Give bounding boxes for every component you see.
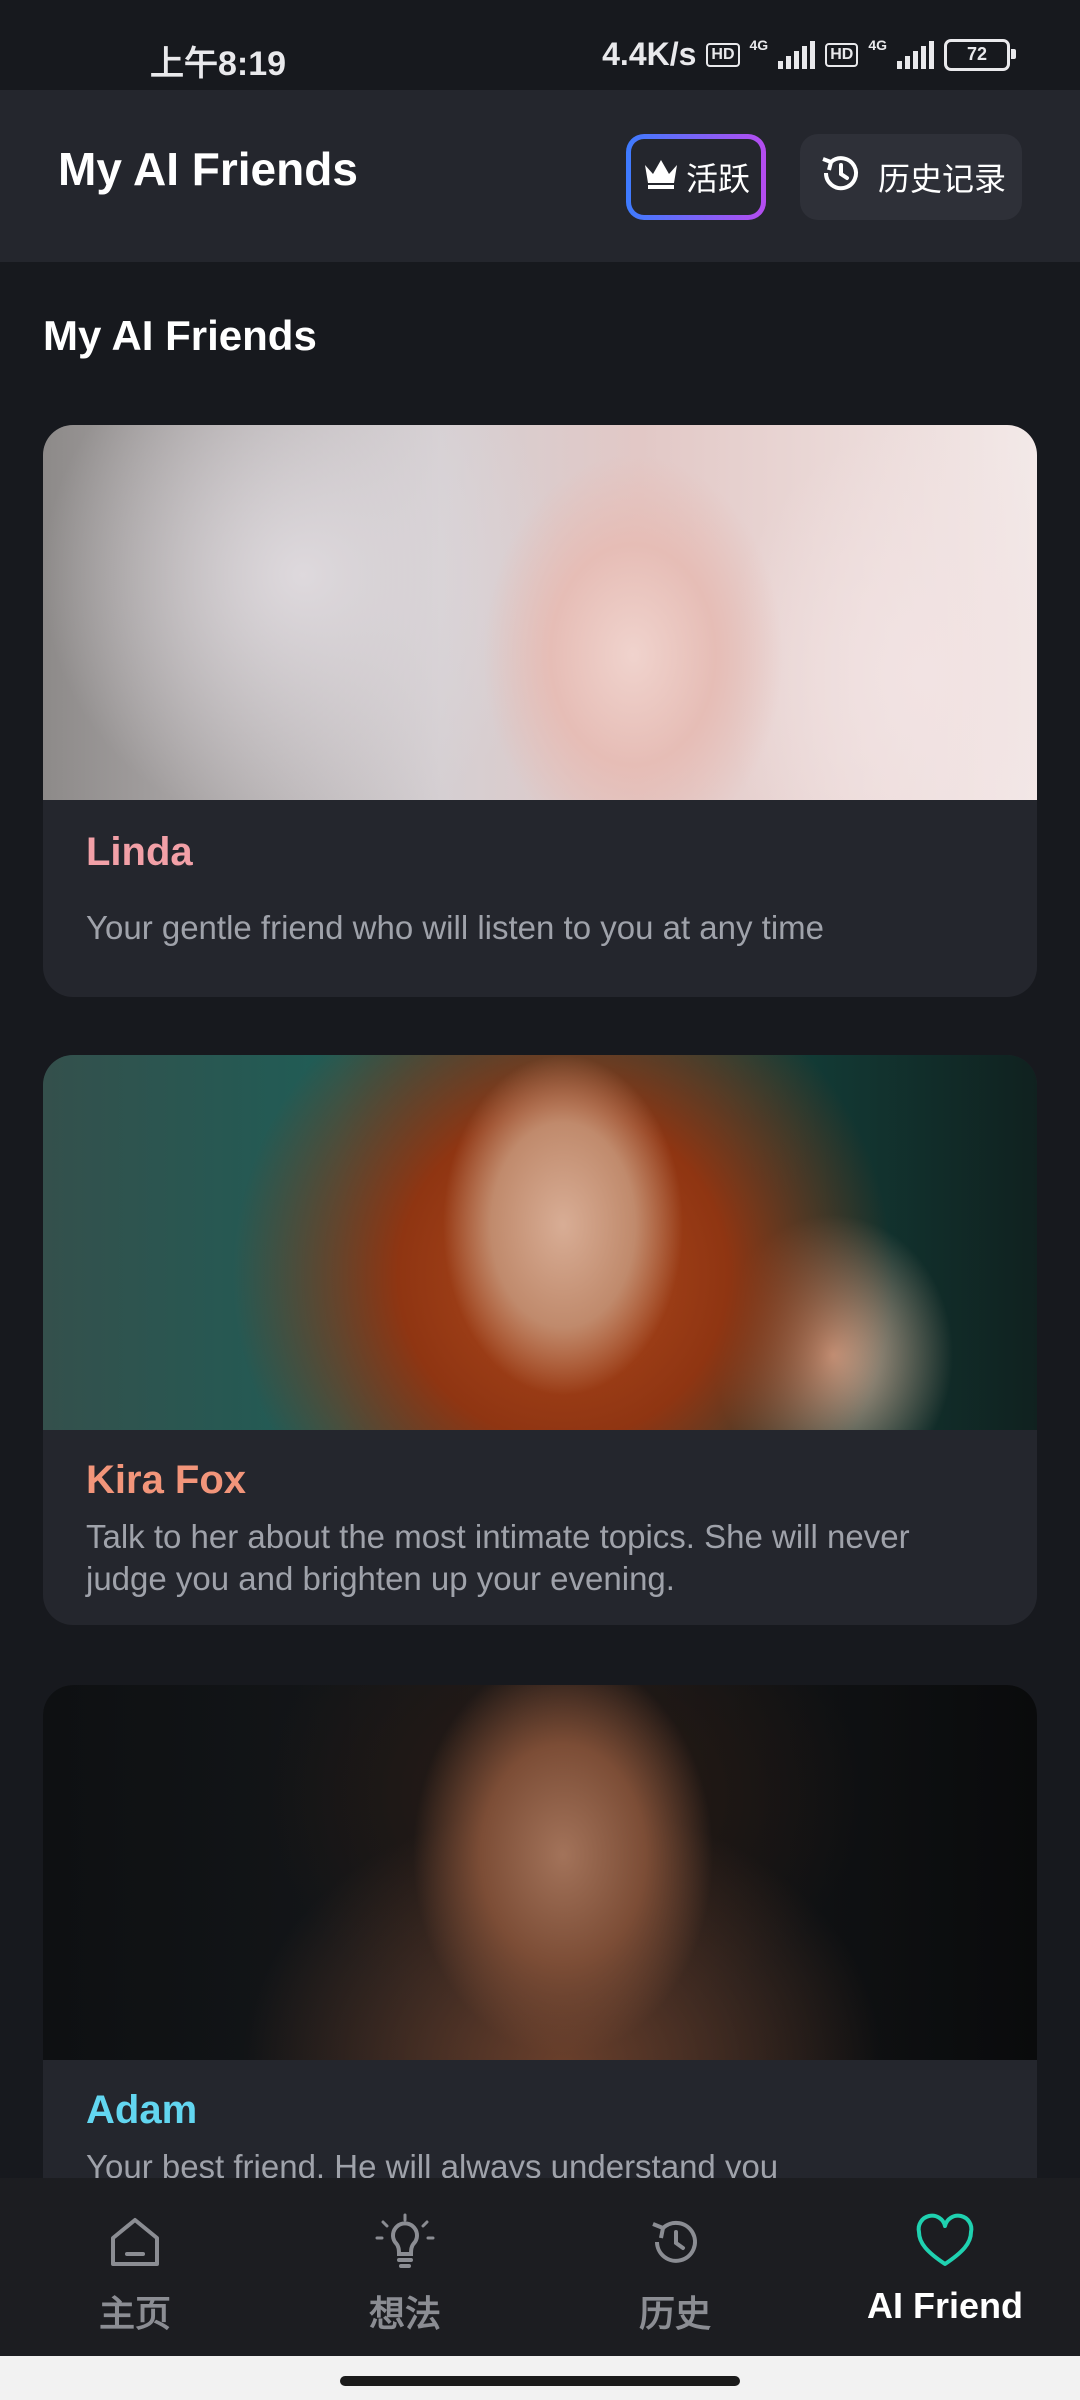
signal-icon-2	[897, 40, 934, 69]
friend-avatar-image	[43, 425, 1037, 800]
history-icon	[643, 2212, 707, 2277]
friend-name: Kira Fox	[86, 1458, 247, 1502]
heart-icon	[913, 2212, 977, 2277]
nav-label: 想法	[368, 2293, 441, 2334]
history-label: 历史记录	[877, 161, 1006, 197]
nav-label: 主页	[98, 2293, 171, 2334]
nav-history[interactable]: 历史	[540, 2178, 810, 2356]
friend-card-kira-fox[interactable]: Kira Fox Talk to her about the most inti…	[43, 1055, 1037, 1625]
nav-label: 历史	[638, 2293, 711, 2334]
crown-icon	[642, 156, 680, 198]
signal-icon	[778, 40, 816, 69]
friend-card-adam[interactable]: Adam Your best friend. He will always un…	[43, 1685, 1037, 2215]
friend-description: Your gentle friend who will listen to yo…	[86, 909, 825, 946]
history-button[interactable]: 历史记录	[800, 134, 1022, 220]
hd-badge-2: HD	[825, 42, 859, 67]
nav-label: AI Friend	[866, 2285, 1023, 2326]
status-bar: 上午8:19 4.4K/s HD 4G HD 4G 72	[0, 0, 1080, 90]
network-speed: 4.4K/s	[602, 36, 697, 72]
nav-home[interactable]: 主页	[0, 2178, 270, 2356]
friend-avatar-image	[43, 1685, 1037, 2060]
history-icon	[816, 149, 864, 205]
home-icon	[103, 2212, 167, 2277]
gesture-bar[interactable]	[340, 2376, 740, 2386]
vip-label: 活跃	[685, 161, 750, 197]
status-indicators: 4.4K/s HD 4G HD 4G 72	[602, 36, 1016, 73]
section-title: My AI Friends	[43, 312, 317, 359]
page-title: My AI Friends	[58, 143, 358, 195]
status-time: 上午8:19	[150, 45, 287, 83]
friend-description: Talk to her about the most intimate topi…	[86, 1518, 910, 1597]
nav-ideas[interactable]: 想法	[270, 2178, 540, 2356]
friend-card-linda[interactable]: Linda Your gentle friend who will listen…	[43, 425, 1037, 997]
friend-name: Linda	[86, 830, 193, 874]
hd-badge: HD	[706, 42, 740, 67]
friend-name: Adam	[86, 2088, 198, 2132]
nav-ai-friend[interactable]: AI Friend	[810, 2178, 1080, 2356]
network-type-2: 4G	[868, 36, 887, 53]
gesture-area	[0, 2356, 1080, 2400]
friend-avatar-image	[43, 1055, 1037, 1430]
bottom-nav: 主页 想法 历史 AI Friend	[0, 2178, 1080, 2356]
network-type: 4G	[749, 36, 769, 53]
lightbulb-icon	[373, 2212, 437, 2277]
app-header: My AI Friends 活跃 历史记录	[0, 90, 1080, 262]
battery-icon: 72	[944, 38, 1016, 71]
vip-active-button[interactable]: 活跃	[626, 134, 766, 220]
